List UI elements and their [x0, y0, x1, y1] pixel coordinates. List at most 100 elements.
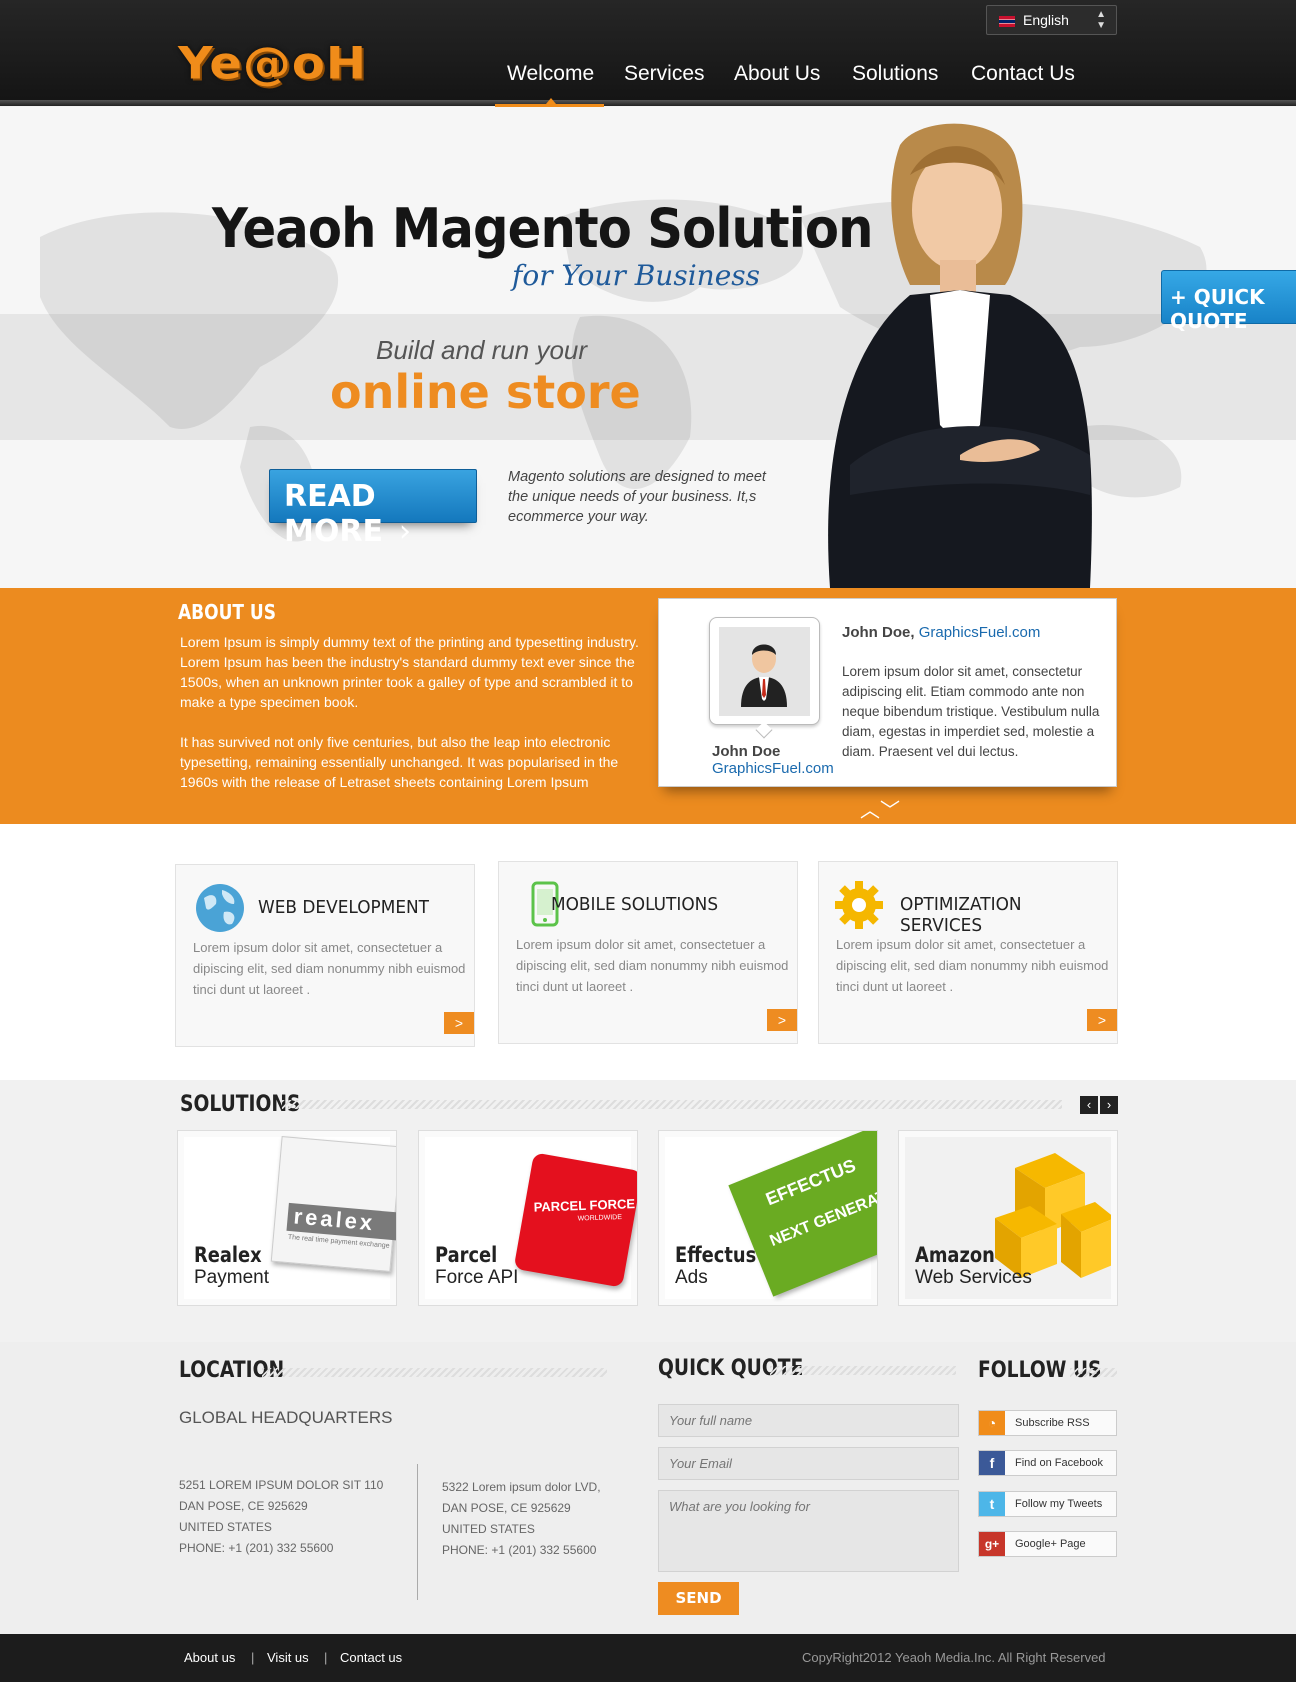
hero-title: Yeaoh Magento Solution: [212, 197, 873, 260]
service-text: Lorem ipsum dolor sit amet, consectetuer…: [836, 937, 1109, 994]
chevron-right-icon: >: [454, 1015, 464, 1031]
avatar-frame: [709, 617, 820, 739]
address-block-1: 5251 LOREM IPSUM DOLOR SIT 110 DAN POSE,…: [179, 1475, 383, 1559]
full-name-input[interactable]: [658, 1404, 959, 1437]
title-stripes: [282, 1100, 1062, 1109]
address-line: 5322 Lorem ipsum dolor LVD,: [442, 1480, 601, 1494]
service-title: WEB DEVELOPMENT: [258, 897, 430, 918]
chevron-right-icon: ›: [1106, 1097, 1112, 1112]
solution-card-effectus[interactable]: EFFECTUS NEXT GENERAT Effectus Ads: [658, 1130, 878, 1306]
message-textarea[interactable]: [658, 1490, 959, 1572]
address-phone: PHONE: +1 (201) 332 55600: [442, 1543, 597, 1557]
follow-twitter[interactable]: t Follow my Tweets: [978, 1491, 1117, 1517]
global-headquarters: GLOBAL HEADQUARTERS: [179, 1408, 393, 1427]
footer-separator: |: [324, 1650, 328, 1665]
service-text: Lorem ipsum dolor sit amet, consectetuer…: [193, 940, 466, 997]
title-stripes: [262, 1368, 607, 1377]
uk-flag-icon: [999, 16, 1015, 27]
chevron-up-icon[interactable]: ︿: [860, 800, 880, 822]
chevron-right-icon: >: [777, 1012, 787, 1028]
gear-icon: [835, 881, 883, 929]
service-title: OPTIMIZATION SERVICES: [900, 894, 1022, 936]
chevron-right-icon: >: [1097, 1012, 1107, 1028]
language-value: English: [1023, 12, 1069, 28]
testimonial-heading: John Doe, GraphicsFuel.com: [842, 624, 1040, 641]
twitter-icon: t: [979, 1492, 1005, 1516]
select-arrows-icon: ▲ ▼: [1096, 9, 1106, 31]
read-more-label: READ MORE: [284, 479, 383, 549]
solution-name: Parcel: [435, 1243, 498, 1267]
testimonial-heading-site[interactable]: GraphicsFuel.com: [919, 624, 1041, 641]
parcelforce-badge: PARCEL FORCE WORLDWIDE: [513, 1152, 637, 1288]
email-input[interactable]: [658, 1447, 959, 1480]
follow-label: Google+ Page: [1015, 1538, 1086, 1550]
hero-online-store: online store: [330, 365, 641, 419]
site-header: Ye@oH English ▲ ▼ Welcome Services About …: [0, 0, 1296, 107]
service-card-mobile-solutions: MOBILE SOLUTIONS Lorem ipsum dolor sit a…: [498, 861, 798, 1044]
nav-about-us[interactable]: About Us: [734, 62, 820, 86]
parcelforce-tagline: WORLDWIDE: [577, 1213, 623, 1223]
about-title: ABOUT US: [178, 600, 276, 624]
service-more-button[interactable]: >: [767, 1009, 797, 1031]
solution-card-parcel[interactable]: PARCEL FORCE WORLDWIDE Parcel Force API: [418, 1130, 638, 1306]
solution-subtitle: Web Services: [915, 1267, 1032, 1288]
solutions-prev-button[interactable]: ‹: [1080, 1096, 1098, 1114]
hero-banner: Yeaoh Magento Solution for Your Business…: [0, 107, 1296, 588]
address-divider: [417, 1464, 418, 1600]
nav-services[interactable]: Services: [624, 62, 705, 86]
solution-card-amazon[interactable]: Amazon Web Services: [898, 1130, 1118, 1306]
nav-contact-us[interactable]: Contact Us: [971, 62, 1075, 86]
avatar: [719, 627, 810, 716]
site-footer: About us | Visit us | Contact us CopyRig…: [0, 1634, 1296, 1682]
solution-subtitle: Force API: [435, 1267, 519, 1288]
service-more-button[interactable]: >: [444, 1012, 474, 1034]
service-title: MOBILE SOLUTIONS: [551, 894, 719, 915]
address-line: DAN POSE, CE 925629: [179, 1499, 308, 1513]
footer-link-contact[interactable]: Contact us: [340, 1650, 402, 1665]
service-card-optimization: OPTIMIZATION SERVICES Lorem ipsum dolor …: [818, 861, 1118, 1044]
follow-label: Find on Facebook: [1015, 1457, 1104, 1469]
testimonial-author-name: John Doe: [712, 743, 781, 760]
solution-subtitle: Payment: [194, 1267, 269, 1288]
testimonial-heading-name: John Doe,: [842, 624, 915, 641]
header-shadow: [0, 100, 1296, 106]
send-button[interactable]: SEND: [658, 1582, 739, 1615]
footer-link-about[interactable]: About us: [184, 1650, 235, 1665]
follow-facebook[interactable]: f Find on Facebook: [978, 1450, 1117, 1476]
realex-badge: realex The real time payment exchange: [270, 1136, 396, 1272]
title-stripes: [1070, 1368, 1117, 1377]
solution-subtitle: Ads: [675, 1267, 708, 1288]
google-plus-icon: g+: [979, 1532, 1005, 1556]
footer-separator: |: [251, 1650, 255, 1665]
solutions-next-button[interactable]: ›: [1100, 1096, 1118, 1114]
follow-rss[interactable]: ◔ Subscribe RSS: [978, 1410, 1117, 1436]
solution-card-realex[interactable]: realex The real time payment exchange Re…: [177, 1130, 397, 1306]
globe-icon: [196, 884, 244, 932]
follow-label: Subscribe RSS: [1015, 1417, 1090, 1429]
businesswoman-photo: [828, 123, 1092, 588]
site-logo[interactable]: Ye@oH: [178, 38, 367, 90]
service-more-button[interactable]: >: [1087, 1009, 1117, 1031]
address-line: UNITED STATES: [179, 1520, 272, 1534]
testimonial-nav: ︿﹀: [860, 794, 900, 823]
contact-section: LOCATION GLOBAL HEADQUARTERS 5251 LOREM …: [0, 1342, 1296, 1634]
address-line: DAN POSE, CE 925629: [442, 1501, 571, 1515]
title-stripes: [770, 1366, 956, 1375]
language-select[interactable]: English ▲ ▼: [986, 5, 1117, 35]
copyright: CopyRight2012 Yeaoh Media.Inc. All Right…: [802, 1650, 1106, 1665]
testimonial-author-site[interactable]: GraphicsFuel.com: [712, 760, 834, 777]
address-phone: PHONE: +1 (201) 332 55600: [179, 1541, 334, 1555]
about-section: ABOUT US Lorem Ipsum is simply dummy tex…: [0, 588, 1296, 824]
quick-quote-tab[interactable]: + QUICK QUOTE: [1161, 270, 1296, 333]
nav-welcome[interactable]: Welcome: [507, 62, 594, 86]
follow-label: Follow my Tweets: [1015, 1498, 1103, 1510]
nav-solutions[interactable]: Solutions: [852, 62, 938, 86]
footer-link-visit[interactable]: Visit us: [267, 1650, 309, 1665]
follow-google-plus[interactable]: g+ Google+ Page: [978, 1531, 1117, 1557]
solution-name: Realex: [194, 1243, 262, 1267]
hero-subtitle: for Your Business: [512, 259, 761, 292]
chevron-down-icon[interactable]: ﹀: [880, 800, 900, 822]
read-more-button[interactable]: READ MORE ›: [269, 469, 477, 549]
testimonial-box: John Doe GraphicsFuel.com John Doe, Grap…: [658, 598, 1117, 787]
address-line: 5251 LOREM IPSUM DOLOR SIT 110: [179, 1478, 384, 1492]
